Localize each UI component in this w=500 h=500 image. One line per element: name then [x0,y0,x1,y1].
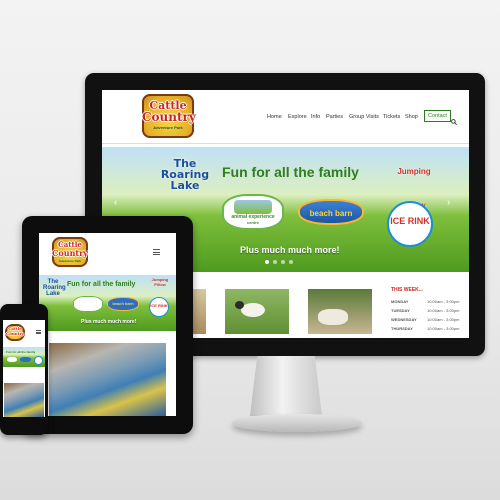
indoor-slide-photo[interactable] [49,343,166,416]
logo-text-country: Country [6,331,24,336]
logo-text-country: Country [142,110,196,124]
tablet-screen: Cattle Country Adventure Park The Roarin… [39,233,176,416]
phone-screen: Cattle Country Fun for all the family [3,320,45,417]
animal-experience-badge [73,296,103,312]
site-logo-tablet[interactable]: Cattle Country Adventure Park [52,237,88,267]
nav-tickets[interactable]: Tickets [383,114,400,120]
schedule-hours: 10:00am - 3:00pm [427,308,460,313]
nav-shop[interactable]: Shop [405,114,418,120]
animal-experience-badge [7,357,17,362]
hero-slider-phone[interactable]: Fun for all the family [3,347,45,367]
slider-dot[interactable] [265,260,269,264]
search-icon[interactable] [451,112,458,126]
monitor-stand [250,356,322,416]
logo-text-cattle: Cattle [58,240,82,249]
this-week-heading: THIS WEEK... [391,287,423,293]
nav-group-visits[interactable]: Group Visits [349,114,379,120]
ice-rink-badge: ICE RINK [387,201,433,247]
header-divider [102,143,469,144]
nav-home[interactable]: Home [267,114,282,120]
jumping-pillow-badge: Jumping Pillow [397,167,431,210]
indoor-slide-photo[interactable] [4,383,44,417]
lamb-head-image [235,301,244,309]
goats-image [318,309,348,325]
nav-info[interactable]: Info [311,114,320,120]
slider-dot[interactable] [281,260,285,264]
feature-thumbnail-lamb[interactable] [225,289,289,334]
this-week-panel: THIS WEEK... MONDAY 10:00am - 3:00pm TUE… [391,287,469,335]
animal-experience-badge: animal experience centre [222,194,284,230]
site-logo-phone[interactable]: Cattle Country [5,324,25,341]
beach-barn-badge: beach barn [298,199,364,225]
ice-rink-badge: ICE RINK [149,297,169,317]
slider-dots[interactable] [265,260,301,265]
farm-scene-icon [234,200,272,214]
jumping-pillow-badge: Jumping Pillow [151,277,169,287]
nav-parties[interactable]: Parties [326,114,343,120]
nav-contact-button[interactable]: Contact [424,110,451,122]
roaring-lake-badge: The Roaring Lake [43,279,66,297]
nav-explore[interactable]: Explore [288,114,307,120]
beach-barn-badge [20,357,31,362]
logo-text-country: Country [52,248,88,258]
hero-subline: Plus much much more! [81,319,137,325]
menu-icon[interactable] [36,330,41,334]
slider-dot[interactable] [273,260,277,264]
slider-next-button[interactable]: › [447,197,450,208]
hero-tagline: Fun for all the family [6,350,36,354]
hero-subline: Plus much much more! [240,245,340,255]
monitor-stand-base [232,414,362,432]
logo-text-tagline: Adventure Park [153,125,183,130]
hero-tagline: Fun for all the family [222,164,359,180]
hero-tagline: Fun for all the family [67,281,136,288]
schedule-day: WEDNESDAY [391,317,417,322]
schedule-hours: 10:00am - 3:00pm [427,299,460,304]
slider-dot[interactable] [289,260,293,264]
beach-barn-badge: beach barn [107,297,139,311]
slider-prev-button[interactable]: ‹ [114,197,117,208]
schedule-day: TUESDAY [391,308,410,313]
schedule-hours: 10:00am - 3:00pm [427,326,460,331]
feature-thumbnail-feeding[interactable] [308,289,372,334]
schedule-day: THURSDAY [391,326,413,331]
menu-icon[interactable] [153,249,160,255]
animal-experience-sub: centre [246,220,259,225]
hero-slider-tablet[interactable]: The Roaring Lake Fun for all the family … [39,275,176,331]
schedule-hours: 10:00am - 3:00pm [427,317,460,322]
lamb-image [241,303,265,317]
logo-text-tagline: Adventure Park [58,259,82,263]
schedule-day: MONDAY [391,299,409,304]
site-logo[interactable]: Cattle Country Adventure Park [142,94,196,138]
ice-rink-badge [34,356,43,365]
roaring-lake-badge: The Roaring Lake [160,157,210,192]
